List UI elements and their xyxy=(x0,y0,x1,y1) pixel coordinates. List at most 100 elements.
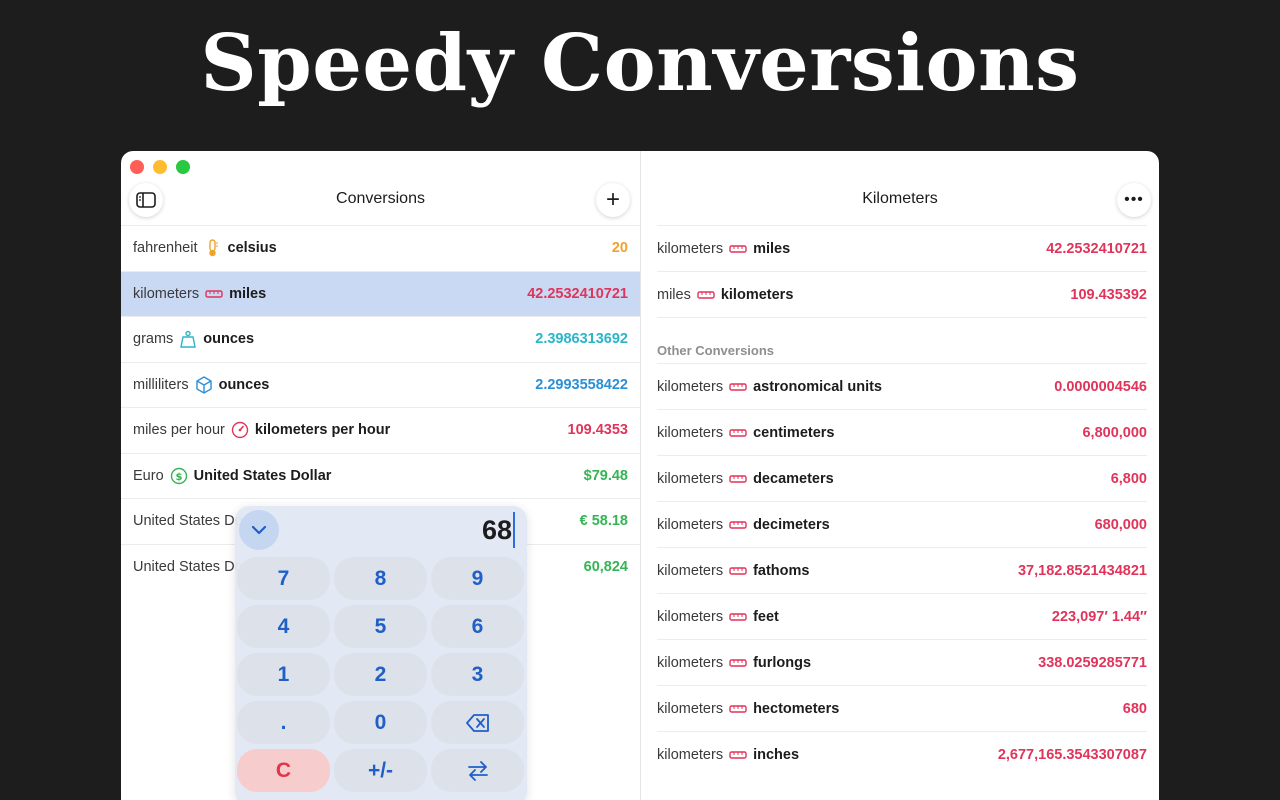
to-unit: United States Dollar xyxy=(193,467,332,484)
to-unit: furlongs xyxy=(753,654,812,671)
to-unit: miles xyxy=(753,240,791,257)
conversion-row-mph-kph[interactable]: miles per hour kilometers per hour 109.4… xyxy=(121,407,640,453)
to-unit: kilometers per hour xyxy=(254,422,391,439)
weight-icon xyxy=(179,330,197,348)
detail-row[interactable]: kilometers centimeters 6,800,000 xyxy=(657,409,1147,455)
to-unit: centimeters xyxy=(753,424,835,441)
plus-icon: + xyxy=(605,186,620,213)
ellipsis-icon: ••• xyxy=(1124,191,1144,208)
from-unit: kilometers xyxy=(657,378,724,395)
from-unit: kilometers xyxy=(657,516,724,533)
to-unit: inches xyxy=(753,746,800,763)
from-unit: kilometers xyxy=(657,608,724,625)
detail-row[interactable]: kilometers furlongs 338.0259285771 xyxy=(657,639,1147,685)
app-window: Conversions + fahrenheit celsius 20 kilo… xyxy=(121,151,1159,800)
add-conversion-button[interactable]: + xyxy=(596,183,630,217)
conversion-value: 37,182.8521434821 xyxy=(1017,562,1147,579)
from-unit: kilometers xyxy=(657,470,724,487)
conversion-value: 680 xyxy=(1122,700,1147,717)
conversion-value: 109.4353 xyxy=(567,422,628,439)
collapse-keypad-button[interactable] xyxy=(239,510,279,550)
more-options-button[interactable]: ••• xyxy=(1117,183,1151,217)
from-unit: kilometers xyxy=(657,424,724,441)
other-conversions-list: kilometers astronomical units 0.0000004546… xyxy=(657,363,1147,777)
key-6[interactable]: 6 xyxy=(431,605,524,648)
backspace-key[interactable] xyxy=(431,701,524,744)
detail-row[interactable]: kilometers inches 2,677,165.3543307087 xyxy=(657,731,1147,777)
from-unit: kilometers xyxy=(657,562,724,579)
conversion-value: 42.2532410721 xyxy=(1046,240,1147,257)
ruler-icon xyxy=(729,470,747,488)
to-unit: feet xyxy=(753,608,779,625)
section-divider xyxy=(657,317,1147,337)
ruler-icon xyxy=(729,654,747,672)
from-unit: kilometers xyxy=(657,700,724,717)
keypad-grid: 7 8 9 4 5 6 1 2 3 . 0 C +/- xyxy=(237,557,525,792)
negate-key[interactable]: +/- xyxy=(334,749,427,792)
key-3[interactable]: 3 xyxy=(431,653,524,696)
conversion-value: 42.2532410721 xyxy=(527,285,628,302)
conversion-row-euro-usd[interactable]: Euro $ United States Dollar $79.48 xyxy=(121,452,640,499)
key-9[interactable]: 9 xyxy=(431,557,524,600)
detail-row[interactable]: kilometers feet 223,097′ 1.44″ xyxy=(657,593,1147,639)
from-unit: milliliters xyxy=(133,376,189,393)
to-unit: ounces xyxy=(218,376,270,393)
from-unit: miles per hour xyxy=(133,422,225,439)
detail-row[interactable]: miles kilometers 109.435392 xyxy=(657,271,1147,317)
to-unit: decameters xyxy=(753,470,834,487)
conversion-value: € 58.18 xyxy=(579,513,628,530)
detail-row[interactable]: kilometers decimeters 680,000 xyxy=(657,501,1147,547)
conversions-title: Conversions xyxy=(336,190,425,207)
detail-row[interactable]: kilometers hectometers 680 xyxy=(657,685,1147,731)
key-5[interactable]: 5 xyxy=(334,605,427,648)
conversions-header: Conversions + xyxy=(121,181,640,221)
conversion-value: 223,097′ 1.44″ xyxy=(1051,608,1147,625)
detail-header: Kilometers ••• xyxy=(641,181,1159,221)
detail-row[interactable]: kilometers fathoms 37,182.8521434821 xyxy=(657,547,1147,593)
to-unit: fathoms xyxy=(753,562,810,579)
key-8[interactable]: 8 xyxy=(334,557,427,600)
to-unit: astronomical units xyxy=(753,378,882,395)
key-2[interactable]: 2 xyxy=(334,653,427,696)
clear-key[interactable]: C xyxy=(237,749,330,792)
key-4[interactable]: 4 xyxy=(237,605,330,648)
keypad-display[interactable]: 68 xyxy=(482,512,515,548)
from-unit: fahrenheit xyxy=(133,240,198,257)
ruler-icon xyxy=(729,562,747,580)
hero-title: Speedy Conversions xyxy=(200,18,1080,109)
conversion-value: 680,000 xyxy=(1094,516,1147,533)
from-unit: kilometers xyxy=(657,746,724,763)
ruler-icon xyxy=(729,746,747,764)
detail-row[interactable]: kilometers astronomical units 0.0000004546 xyxy=(657,363,1147,409)
from-unit: kilometers xyxy=(657,240,724,257)
from-unit: kilometers xyxy=(133,285,200,302)
to-unit: hectometers xyxy=(753,700,840,717)
speedometer-icon xyxy=(231,421,249,439)
key-0[interactable]: 0 xyxy=(334,701,427,744)
conversion-value: 2.2993558422 xyxy=(535,376,628,393)
conversion-value: 2.3986313692 xyxy=(535,331,628,348)
from-unit: United States Do xyxy=(133,513,243,530)
detail-row[interactable]: kilometers miles 42.2532410721 xyxy=(657,225,1147,271)
conversion-row-fahrenheit-celsius[interactable]: fahrenheit celsius 20 xyxy=(121,225,640,271)
conversion-value: 0.0000004546 xyxy=(1054,378,1147,395)
key-7[interactable]: 7 xyxy=(237,557,330,600)
swap-key[interactable] xyxy=(431,749,524,792)
cube-icon xyxy=(195,375,213,394)
ruler-icon xyxy=(205,285,223,303)
ruler-icon xyxy=(697,286,715,304)
conversion-row-kilometers-miles[interactable]: kilometers miles 42.2532410721 xyxy=(121,270,640,316)
conversion-row-grams-ounces[interactable]: grams ounces 2.3986313692 xyxy=(121,316,640,362)
conversions-pane: Conversions + fahrenheit celsius 20 kilo… xyxy=(121,151,640,800)
detail-list: kilometers miles 42.2532410721 miles kil… xyxy=(657,225,1147,777)
swap-arrows-icon xyxy=(467,760,488,781)
conversion-row-milliliters-ounces[interactable]: milliliters ounces 2.2993558422 xyxy=(121,361,640,408)
to-unit: decimeters xyxy=(753,516,830,533)
ruler-icon xyxy=(729,378,747,396)
key-1[interactable]: 1 xyxy=(237,653,330,696)
conversion-value: 6,800 xyxy=(1110,470,1147,487)
conversion-value: 2,677,165.3543307087 xyxy=(997,746,1147,763)
detail-row[interactable]: kilometers decameters 6,800 xyxy=(657,455,1147,501)
key-decimal[interactable]: . xyxy=(237,701,330,744)
conversion-value: $79.48 xyxy=(583,467,628,484)
